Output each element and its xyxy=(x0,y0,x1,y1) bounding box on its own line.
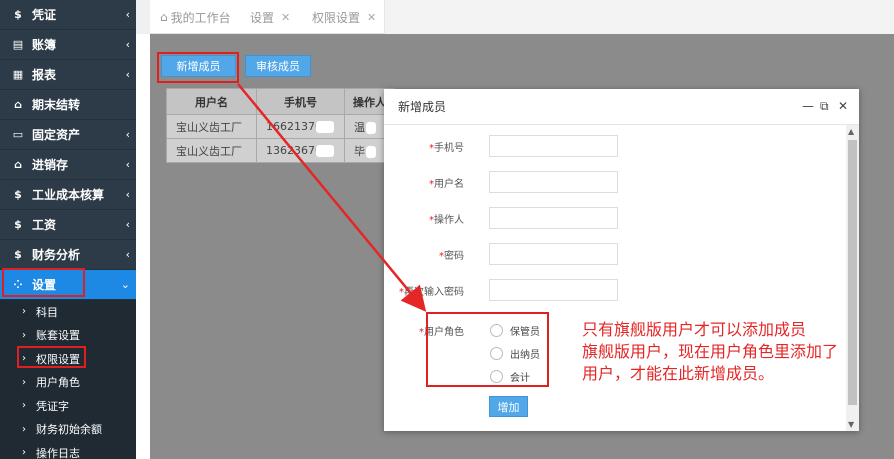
annotation-note: 只有旗舰版用户才可以添加成员 旗舰版用户，现在用户角色里添加了 用户，才能在此新… xyxy=(582,320,839,383)
annotation-arrow xyxy=(237,83,427,312)
